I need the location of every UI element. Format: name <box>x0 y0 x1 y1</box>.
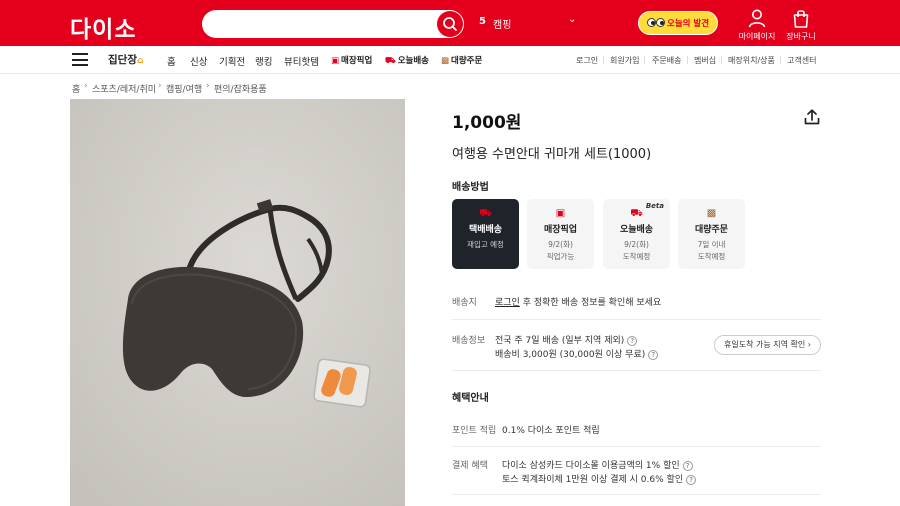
shipping-method-title: 배송방법 <box>452 182 489 193</box>
nav-item-today-delivery[interactable]: ⛟ 오늘배송 <box>385 54 429 67</box>
beta-badge: Beta <box>645 202 664 210</box>
nav-item-bulk-order[interactable]: ▩ 대량주문 <box>441 54 482 66</box>
box-icon: ▩ <box>441 56 450 66</box>
breadcrumb-item[interactable]: 홈 <box>72 82 80 95</box>
product-image <box>70 99 405 506</box>
util-membership[interactable]: 멤버십 <box>694 55 716 66</box>
nav-item-ranking[interactable]: 랭킹 <box>255 54 272 68</box>
mypage-label: 마이페이지 <box>738 32 776 41</box>
top-header: 다이소 5 캠핑 ⌄ 오늘의 발견 마이페이지 장바구니 <box>0 0 900 46</box>
shipping-option-bulk-order[interactable]: ▩ 대량주문 7일 이내 도착예정 <box>678 199 745 269</box>
login-link[interactable]: 로그인 <box>495 298 520 308</box>
cart-button[interactable]: 장바구니 <box>781 8 821 42</box>
user-icon <box>748 9 766 28</box>
breadcrumb-item[interactable]: 캠핑/여행 <box>166 82 202 95</box>
cart-label: 장바구니 <box>786 32 816 41</box>
scooter-icon: ⛟ <box>385 56 396 66</box>
box-icon: ▩ <box>706 208 717 219</box>
product-price: 1,000원 <box>452 113 522 133</box>
ship-info-label: 배송정보 <box>452 336 486 346</box>
search-button[interactable] <box>437 11 463 37</box>
breadcrumb-item[interactable]: 편의/잡화용품 <box>214 82 267 95</box>
share-icon <box>804 109 820 125</box>
util-customer-center[interactable]: 고객센터 <box>787 55 816 66</box>
menu-icon[interactable] <box>72 53 88 66</box>
house-icon: ⌂ <box>136 56 144 66</box>
category-nav: 집단장⌂ 홈 신상 기획전 랭킹 뷰티핫템 ▣ 매장픽업 ⛟ 오늘배송 ▩ 대량주문 … <box>0 46 900 74</box>
nav-item-beauty[interactable]: 뷰티핫템 <box>284 54 319 68</box>
nav-brand-tab[interactable]: 집단장⌂ <box>108 52 143 67</box>
mypage-button[interactable]: 마이페이지 <box>737 8 777 42</box>
daiso-logo[interactable]: 다이소 <box>70 10 136 44</box>
scooter-icon: ⛟ <box>630 208 643 219</box>
address-text: 로그인 후 정확한 배송 정보를 확인해 보세요 <box>495 298 662 308</box>
search-bar[interactable] <box>202 10 464 38</box>
nav-item-home[interactable]: 홈 <box>167 54 176 68</box>
eyes-icon <box>647 18 665 28</box>
ranking-keyword[interactable]: 캠핑 <box>493 16 511 31</box>
util-login[interactable]: 로그인 <box>576 55 598 66</box>
payment-benefit-label: 결제 혜택 <box>452 461 488 471</box>
ranking-number: 5 <box>479 16 486 27</box>
nav-item-store-pickup[interactable]: ▣ 매장픽업 <box>331 54 372 66</box>
util-orders[interactable]: 주문배송 <box>652 55 681 66</box>
shipping-option-store-pickup[interactable]: ▣ 매장픽업 9/2(화) 픽업가능 <box>527 199 594 269</box>
address-label: 배송지 <box>452 298 477 308</box>
shipping-option-today-delivery[interactable]: Beta ⛟ 오늘배송 9/2(화) 도착예정 <box>603 199 670 269</box>
point-text: 0.1% 다이소 포인트 적립 <box>502 426 600 436</box>
chevron-right-icon: › <box>807 340 811 349</box>
ship-info-line2: 배송비 3,000원 (30,000원 이상 무료)? <box>495 347 659 360</box>
util-signup[interactable]: 회원가입 <box>610 55 639 66</box>
nav-item-new[interactable]: 신상 <box>190 54 207 68</box>
help-icon[interactable]: ? <box>627 336 638 346</box>
share-button[interactable] <box>804 109 820 129</box>
truck-icon: ⛟ <box>479 208 492 219</box>
search-icon <box>443 17 457 31</box>
holiday-delivery-check-button[interactable]: 휴일도착 가능 지역 확인 › <box>714 335 821 355</box>
chevron-down-icon[interactable]: ⌄ <box>568 14 576 25</box>
today-discovery-button[interactable]: 오늘의 발견 <box>638 11 718 35</box>
shipping-option-parcel[interactable]: ⛟ 택배배송 재입고 예정 <box>452 199 519 269</box>
ship-info-line1: 전국 주 7일 배송 (일부 지역 제외)? <box>495 333 638 346</box>
benefit-title: 혜택안내 <box>452 393 489 404</box>
today-discovery-label: 오늘의 발견 <box>667 19 710 29</box>
util-store-location[interactable]: 매장위치/상품 <box>728 55 775 66</box>
breadcrumb-item[interactable]: 스포츠/레저/취미 <box>92 82 156 95</box>
help-icon[interactable]: ? <box>648 350 659 360</box>
shopping-bag-icon <box>793 10 809 28</box>
help-icon[interactable]: ? <box>682 461 693 471</box>
sleep-mask-earplug-photo <box>70 99 405 506</box>
payment-benefit-line1: 다이소 삼성카드 다이소몰 이용금액의 1% 할인? <box>502 458 693 471</box>
store-icon: ▣ <box>331 56 340 66</box>
nav-item-exhibition[interactable]: 기획전 <box>219 54 245 68</box>
point-label: 포인트 적립 <box>452 426 497 436</box>
product-name: 여행용 수면안대 귀마개 세트(1000) <box>452 147 652 162</box>
payment-benefit-line2: 토스 퀵계좌이체 1만원 이상 결제 시 0.6% 할인? <box>502 472 697 485</box>
store-icon: ▣ <box>555 208 566 219</box>
help-icon[interactable]: ? <box>686 475 697 485</box>
